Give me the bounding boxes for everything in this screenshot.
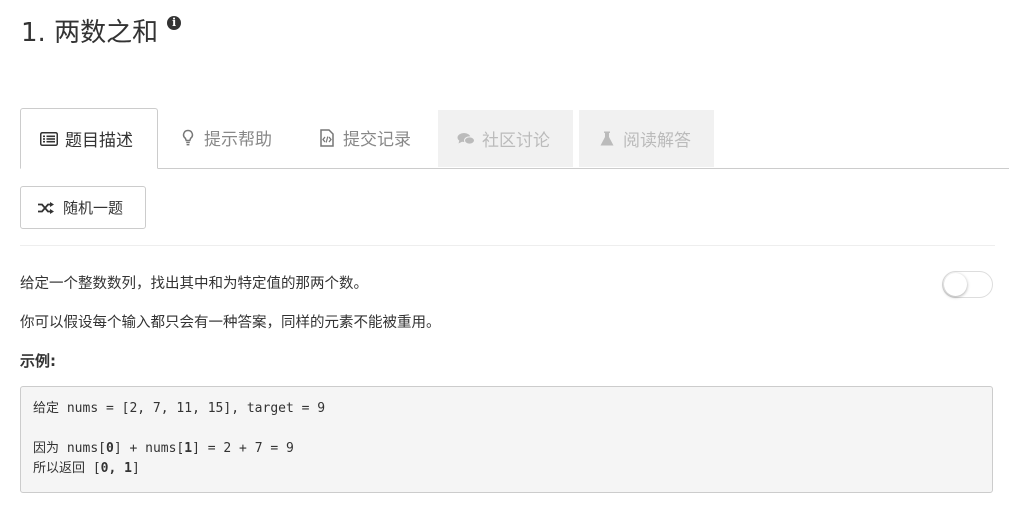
shuffle-icon — [37, 201, 55, 215]
tab-discuss: 社区讨论 — [438, 110, 573, 167]
lightbulb-icon — [178, 128, 198, 148]
list-icon — [39, 129, 59, 149]
description-line-1: 给定一个整数数列，找出其中和为特定值的那两个数。 — [20, 276, 368, 292]
tab-label: 阅读解答 — [623, 131, 691, 151]
tab-label: 社区讨论 — [482, 131, 550, 151]
example-heading: 示例: — [20, 352, 56, 370]
divider — [20, 245, 995, 246]
problem-title: 1. 两数之和 — [21, 18, 159, 48]
tab-solution: 阅读解答 — [579, 110, 714, 167]
tab-submissions[interactable]: 提交记录 — [299, 108, 437, 167]
toggle-switch[interactable] — [942, 271, 993, 298]
example-code-block: 给定 nums = [2, 7, 11, 15], target = 9 因为 … — [20, 386, 993, 493]
random-problem-label: 随机一题 — [63, 199, 124, 217]
tab-label: 题目描述 — [65, 131, 133, 151]
comments-icon — [456, 129, 476, 149]
tab-description[interactable]: 题目描述 — [20, 108, 158, 169]
tab-label: 提示帮助 — [204, 130, 272, 150]
description-line-2: 你可以假设每个输入都只会有一种答案，同样的元素不能被重用。 — [20, 315, 441, 331]
info-icon[interactable]: i — [167, 16, 182, 30]
code-line-return: 所以返回 [0, 1] — [33, 461, 140, 476]
flask-icon — [597, 129, 617, 149]
code-file-icon — [317, 128, 337, 148]
tab-hints[interactable]: 提示帮助 — [160, 108, 298, 167]
code-line-because: 因为 nums[0] + nums[1] = 2 + 7 = 9 — [33, 441, 294, 456]
code-line-given: 给定 nums = [2, 7, 11, 15], target = 9 — [33, 401, 326, 416]
toggle-knob — [944, 273, 967, 296]
random-problem-button[interactable]: 随机一题 — [20, 186, 146, 229]
tab-bar: 题目描述 提示帮助 提交记录 社区讨论 阅读解答 — [20, 108, 1009, 169]
tab-label: 提交记录 — [343, 130, 411, 150]
page-title: 1. 两数之和 i — [21, 12, 182, 49]
